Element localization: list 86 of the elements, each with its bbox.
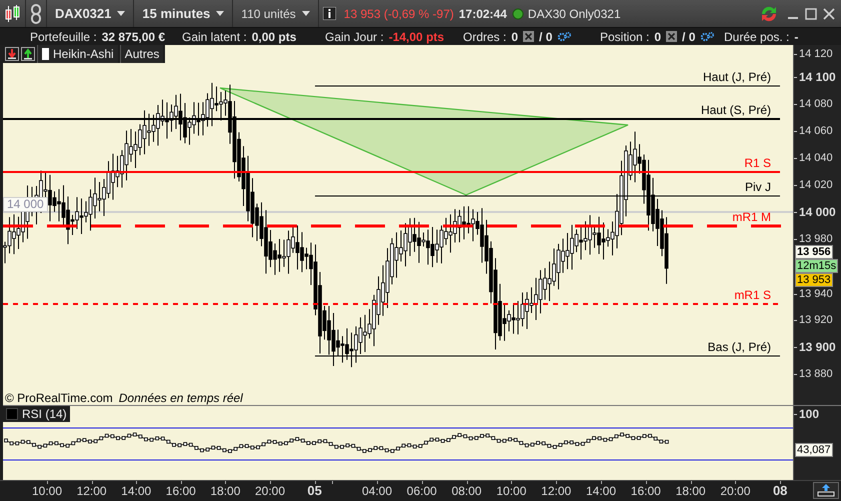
info-value: 32 875,00 € xyxy=(102,30,166,44)
time-axis-label: 05 xyxy=(307,483,322,498)
price-axis-label: 13 880 xyxy=(799,368,833,380)
level-label: mR1 M xyxy=(732,210,771,224)
scroll-to-latest-button[interactable] xyxy=(813,482,839,499)
crosshair-price-label: 14 000 xyxy=(3,197,48,212)
level-label: Bas (J, Pré) xyxy=(708,340,771,354)
dropdown-button[interactable]: DAX0321 xyxy=(51,0,130,27)
price-axis-label: 14 100 xyxy=(799,71,836,83)
time-axis-label: 14:00 xyxy=(586,484,616,498)
level-label: Piv J xyxy=(744,180,771,194)
time-axis-label: 20:00 xyxy=(254,484,286,498)
level-label: mR1 S xyxy=(734,288,771,302)
info-value: / 0 xyxy=(682,30,696,44)
caret-icon xyxy=(302,11,310,16)
gears-icon[interactable] xyxy=(557,30,572,42)
time-axis-label: 16:00 xyxy=(166,484,196,498)
chart-type-button[interactable]: Autres xyxy=(120,45,164,63)
data-feed-note: Données en temps réel xyxy=(118,391,243,405)
price-axis-label: 13 900 xyxy=(799,341,836,353)
close-icon[interactable] xyxy=(823,8,835,20)
price-tag: 13 953 xyxy=(795,273,833,287)
cross-box-icon[interactable] xyxy=(523,31,534,42)
copyright-text: © ProRealTime.com xyxy=(5,391,113,405)
arrow-up-icon xyxy=(817,484,835,497)
info-value: - xyxy=(794,30,798,44)
time-axis-label: 10:00 xyxy=(32,484,62,498)
info-value: 0 xyxy=(654,30,662,44)
indicator-label: RSI (14) xyxy=(22,407,67,421)
maximize-icon[interactable] xyxy=(805,8,817,20)
info-label: Gain latent : xyxy=(182,30,247,44)
status-dot-icon xyxy=(512,8,524,20)
info-value: 0,00 pts xyxy=(252,30,296,44)
gears-icon[interactable] xyxy=(700,30,714,42)
info-label: Durée pos. : xyxy=(724,30,790,44)
caret-icon xyxy=(216,11,224,16)
level-label: R1 S xyxy=(744,156,771,170)
time-axis-label: 20:00 xyxy=(720,484,750,498)
time-axis-label: 18:00 xyxy=(676,484,706,498)
chain-link-icon[interactable] xyxy=(30,4,42,24)
dropdown-button[interactable]: 110 unités xyxy=(237,0,314,27)
time-axis-label: 12:00 xyxy=(76,484,107,498)
info-value: 0 xyxy=(511,30,518,44)
info-label: Ordres : xyxy=(463,30,506,44)
time-axis-label: 08:00 xyxy=(452,484,482,498)
level-label: Haut (J, Pré) xyxy=(702,70,771,84)
color-swatch-icon xyxy=(42,48,49,60)
quote-text: 13 953 (-0,69 % -97) xyxy=(344,6,454,20)
time-axis-label: 16:00 xyxy=(630,484,661,498)
upload-arrow-icon[interactable] xyxy=(21,47,35,61)
price-axis-label: 13 940 xyxy=(799,288,833,300)
cross-box-icon[interactable] xyxy=(666,31,678,42)
price-axis-label: 14 040 xyxy=(799,152,833,164)
account-name: DAX30 Only0321 xyxy=(528,6,621,20)
color-swatch-icon xyxy=(6,408,18,420)
price-axis-label: 14 120 xyxy=(799,48,833,60)
level-label: Haut (S, Pré) xyxy=(700,103,771,117)
price-axis-label: 13 920 xyxy=(799,314,833,326)
caret-icon xyxy=(117,11,126,16)
time-axis-label: 08 xyxy=(772,483,788,498)
dropdown-button[interactable]: 15 minutes xyxy=(138,0,228,27)
time-axis-label: 10:00 xyxy=(496,484,526,498)
candlestick-icon[interactable] xyxy=(3,4,21,24)
info-label: Position : xyxy=(600,30,650,44)
countdown-tag: 12m15s xyxy=(795,259,838,273)
info-icon[interactable] xyxy=(322,7,336,20)
info-value: -14,00 pts xyxy=(388,30,444,44)
rsi-value-tag: 43,087 xyxy=(795,443,833,457)
time-axis-label: 14:00 xyxy=(121,484,152,498)
clock-time: 17:02:44 xyxy=(458,6,507,20)
price-axis-label: 13 980 xyxy=(799,233,833,245)
info-value: / 0 xyxy=(539,30,552,44)
price-axis-label: 14 000 xyxy=(799,206,836,218)
download-arrow-icon[interactable] xyxy=(5,47,19,61)
price-tag: 13 956 xyxy=(795,245,833,259)
time-axis-label: 06:00 xyxy=(406,484,437,498)
price-axis-label: 14 060 xyxy=(799,125,833,137)
price-axis-label: 14 080 xyxy=(799,98,833,110)
time-axis-label: 12:00 xyxy=(541,484,572,498)
rsi-axis-label: 100 xyxy=(799,408,820,420)
info-label: Gain Jour : xyxy=(325,30,384,44)
time-axis-label: 18:00 xyxy=(210,484,240,498)
chart-type-button[interactable]: Heikin-Ashi xyxy=(37,45,118,63)
time-axis-label: 04:00 xyxy=(362,484,392,498)
price-axis-label: 14 020 xyxy=(799,179,833,191)
info-label: Portefeuille : xyxy=(30,30,97,44)
